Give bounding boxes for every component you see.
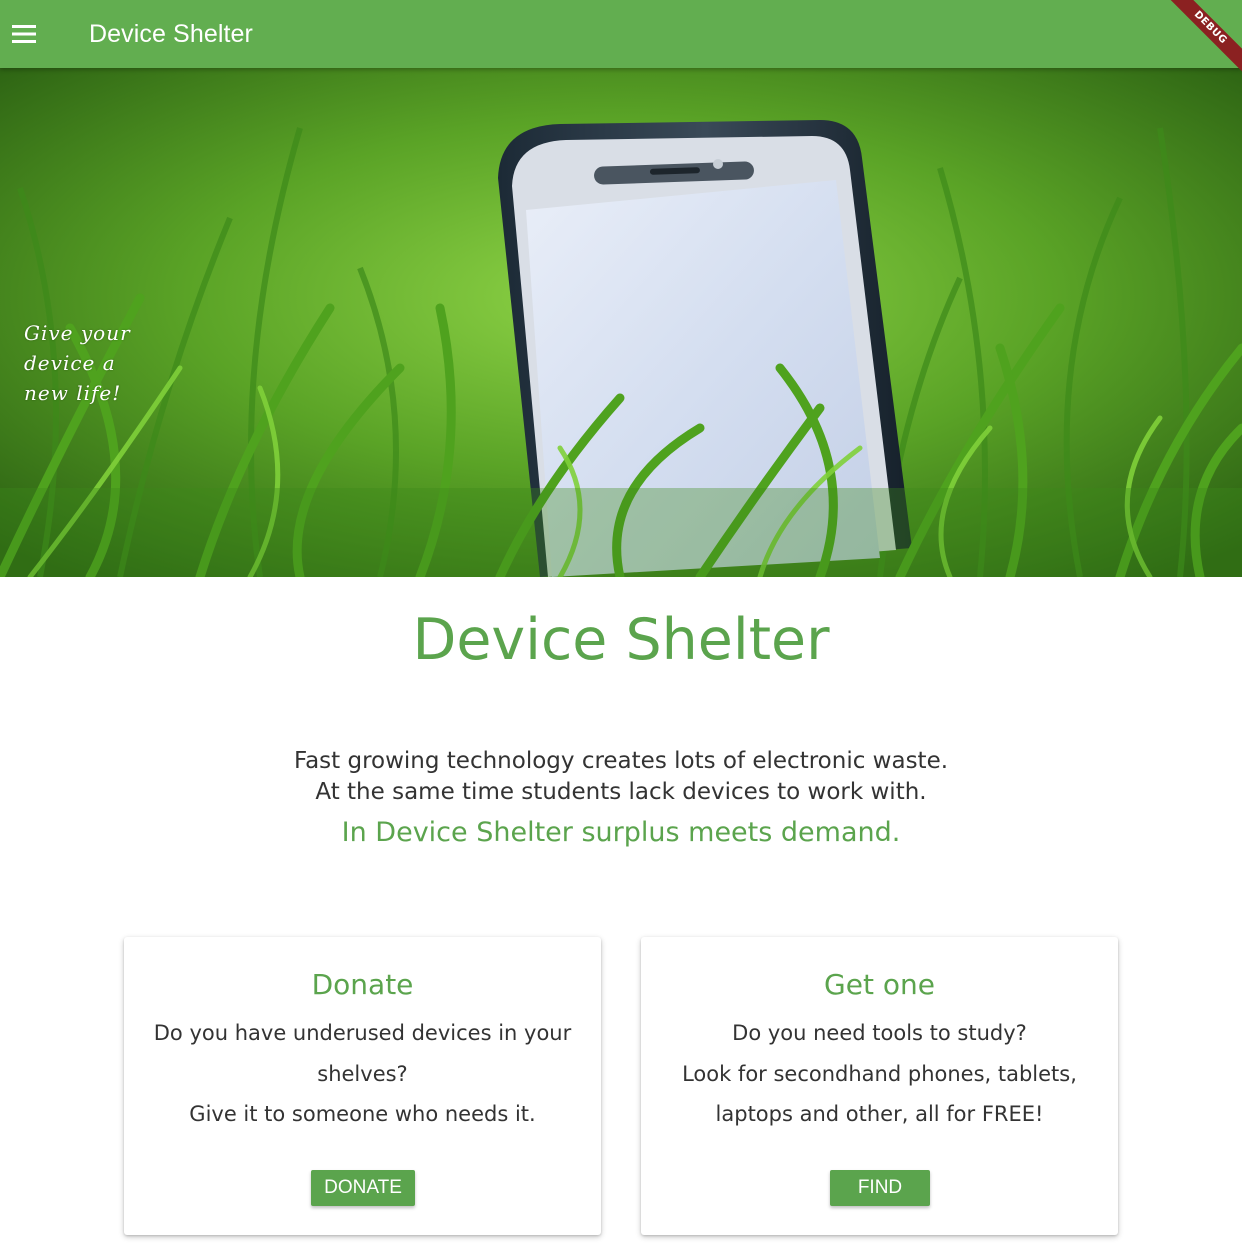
find-button[interactable]: FIND xyxy=(830,1170,930,1206)
hamburger-menu-icon xyxy=(12,25,36,43)
get-one-card-title: Get one xyxy=(824,968,935,1001)
hero-image: Give your device a new life! xyxy=(0,68,1242,577)
get-one-card: Get one Do you need tools to study? Look… xyxy=(641,937,1118,1235)
page-title: Device Shelter xyxy=(412,607,830,673)
hero-tagline: Give your device a new life! xyxy=(24,321,131,405)
intro-line-1: Fast growing technology creates lots of … xyxy=(293,748,949,774)
donate-button[interactable]: DONATE xyxy=(311,1170,415,1206)
app-bar: Device Shelter DEBUG xyxy=(0,0,1242,77)
donate-card-title: Donate xyxy=(311,968,414,1001)
intro-line-2: At the same time students lack devices t… xyxy=(315,779,927,805)
donate-card: Donate Do you have underused devices in … xyxy=(124,937,601,1235)
debug-label: DEBUG xyxy=(1162,0,1242,77)
intro-accent: In Device Shelter surplus meets demand. xyxy=(341,817,901,848)
menu-button[interactable] xyxy=(0,0,48,68)
phone-in-grass-illustration xyxy=(0,68,1242,577)
debug-banner: DEBUG xyxy=(1162,0,1242,80)
app-bar-title: Device Shelter xyxy=(89,20,253,48)
get-one-card-body: Do you need tools to study? Look for sec… xyxy=(682,1021,1077,1126)
donate-card-body: Do you have underused devices in your sh… xyxy=(153,1021,572,1126)
